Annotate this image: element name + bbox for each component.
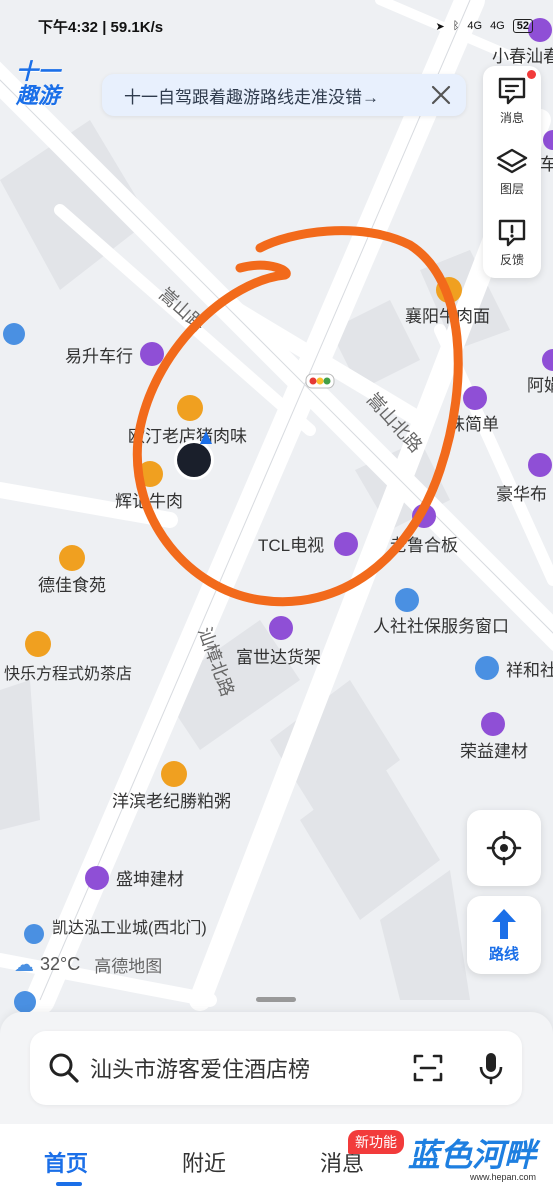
- signal-4g-1: 4G: [467, 20, 483, 32]
- search-icon: [49, 1053, 79, 1083]
- layers-button[interactable]: 图层: [483, 137, 541, 208]
- battery-indicator: 52: [512, 19, 533, 33]
- crosshair-icon: [486, 830, 522, 866]
- svg-text:祥和社: 祥和社: [506, 661, 553, 680]
- svg-text:阿娟: 阿娟: [527, 376, 553, 395]
- traffic-light-icon: [305, 373, 335, 389]
- route-label: 路线: [488, 945, 519, 963]
- svg-text:盛坤建材: 盛坤建材: [116, 870, 184, 889]
- sheet-drag-handle[interactable]: [256, 997, 296, 1002]
- svg-text:富世达货架: 富世达货架: [236, 648, 321, 667]
- microphone-icon[interactable]: [478, 1051, 504, 1085]
- weather-widget[interactable]: ☁ 32°C 高德地图: [14, 952, 162, 977]
- route-arrow-icon: [492, 908, 516, 939]
- svg-text:洋滨老纪勝粕粥: 洋滨老纪勝粕粥: [112, 792, 231, 811]
- search-placeholder[interactable]: 汕头市游客爱住酒店榜: [90, 1052, 412, 1084]
- search-bar[interactable]: 汕头市游客爱住酒店榜: [30, 1031, 522, 1105]
- svg-text:车维: 车维: [540, 155, 553, 174]
- poi-shengkun[interactable]: 盛坤建材: [85, 866, 184, 890]
- layers-label: 图层: [499, 182, 524, 196]
- svg-text:人社社保服务窗口: 人社社保服务窗口: [373, 617, 509, 636]
- watermark-url: www.hepan.com: [469, 1172, 537, 1182]
- gate-icon: [14, 991, 36, 1013]
- new-feature-badge: 新功能: [348, 1130, 404, 1154]
- svg-text:德佳食苑: 德佳食苑: [38, 576, 106, 595]
- message-icon: [498, 78, 526, 105]
- svg-text:豪华布: 豪华布: [496, 484, 547, 504]
- messages-label: 消息: [499, 111, 524, 126]
- route-button[interactable]: 路线: [467, 896, 541, 974]
- map-tool-panel: 消息 图层 反馈: [483, 66, 541, 278]
- svg-text:易升车行: 易升车行: [65, 347, 133, 366]
- locate-me-button[interactable]: [467, 810, 541, 886]
- scan-icon[interactable]: [412, 1052, 444, 1084]
- svg-text:凯达泓工业城(西北门): 凯达泓工业城(西北门): [52, 919, 207, 937]
- notification-dot: [527, 70, 536, 79]
- tab-nearby[interactable]: 附近: [182, 1146, 320, 1178]
- watermark-logo: 蓝色河畔 www.hepan.com: [408, 1138, 536, 1182]
- logo-line2: 趣游: [16, 83, 61, 108]
- svg-text:快乐方程式奶茶店: 快乐方程式奶茶店: [4, 665, 132, 683]
- promo-banner[interactable]: 十一自驾跟着趣游路线走准没错→: [102, 74, 466, 116]
- feedback-button[interactable]: 反馈: [483, 207, 541, 278]
- tab-home[interactable]: 首页: [44, 1146, 182, 1186]
- signal-4g-2: 4G: [490, 20, 505, 32]
- status-bar: 下午4:32 | 59.1K/s ➤ ᛒ 4G 4G 52: [0, 0, 553, 52]
- layers-icon: [496, 148, 528, 174]
- amap-brand: 高德地图: [94, 957, 163, 976]
- feedback-icon: [498, 219, 526, 246]
- watermark-main: 蓝色河畔: [408, 1137, 537, 1173]
- close-icon[interactable]: [430, 84, 452, 106]
- logo-line1: 十一: [16, 59, 61, 84]
- location-pin-icon: [3, 323, 25, 345]
- bluetooth-icon: ᛒ: [452, 20, 460, 32]
- poi-tcl[interactable]: TCL电视: [258, 532, 358, 556]
- location-arrow-icon: ➤: [435, 20, 445, 33]
- promo-banner-text[interactable]: 十一自驾跟着趣游路线走准没错→: [124, 83, 430, 108]
- status-time-speed: 下午4:32 | 59.1K/s: [38, 18, 164, 36]
- temperature: 32°C: [40, 954, 81, 974]
- feedback-label: 反馈: [499, 252, 524, 267]
- app-logo[interactable]: 十一 趣游: [16, 60, 76, 108]
- cloud-rain-icon: ☁: [14, 954, 34, 976]
- svg-text:TCL电视: TCL电视: [258, 536, 324, 555]
- svg-text:荣益建材: 荣益建材: [460, 742, 528, 761]
